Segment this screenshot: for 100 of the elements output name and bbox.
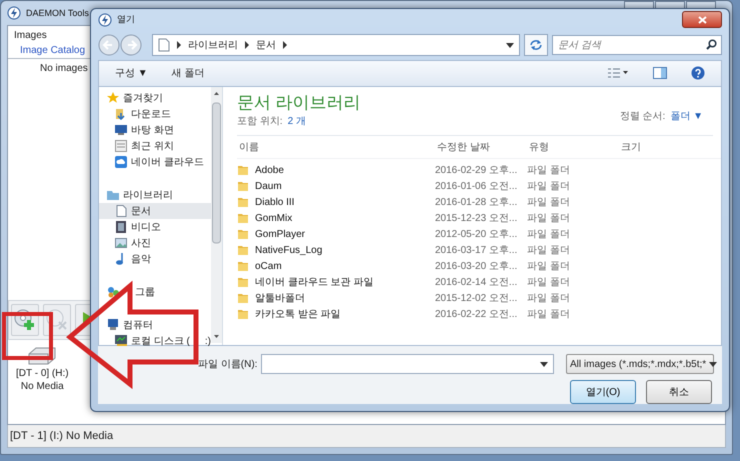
column-header[interactable]: 이름 [237,140,435,154]
file-name[interactable]: 카카오톡 받은 파일 [237,307,435,321]
folder-icon [237,180,249,192]
nav-icon [115,335,127,347]
toolbar-button[interactable]: 구성 ▼ [107,64,156,82]
disc-plus-icon [14,309,36,331]
modified-date: 2016-01-06 오전... [435,180,518,193]
column-header[interactable]: 유형 [527,140,619,154]
file-type: 파일 폴더 [527,212,571,225]
modified-date: 2016-02-14 오전... [435,276,518,289]
list-view-icon [607,67,629,80]
search-icon [706,39,717,50]
nav-icon [107,286,119,298]
filename-label: 파일 이름(N): [198,358,258,371]
file-name[interactable]: oCam [237,260,435,272]
close-icon [698,16,706,24]
file-name[interactable]: Daum [237,180,435,192]
file-type: 파일 폴더 [527,244,571,257]
folder-icon [237,212,249,224]
nav-item[interactable]: 음악 [99,251,211,267]
nav-icon [115,237,127,249]
nav-icon [107,92,119,104]
open-button[interactable]: 열기(O) [570,380,636,404]
cancel-button[interactable]: 취소 [646,380,712,404]
nav-icon [115,221,127,233]
library-title: 문서 라이브러리 [237,92,361,114]
dialog-title: 열기 [117,13,135,26]
nav-item[interactable]: 로컬 디스크 ( :) [99,333,211,349]
search-field[interactable]: 문서 검색 [552,35,722,56]
nav-item[interactable]: 비디오 [99,219,211,235]
nav-item[interactable]: 문서 [99,203,211,219]
filename-field[interactable] [261,354,554,374]
file-name[interactable]: Diablo III [237,196,435,208]
nav-group-item[interactable]: 컴퓨터 [99,317,211,333]
nav-group-item[interactable]: 즐겨찾기 [99,90,211,106]
file-type: 파일 폴더 [527,228,571,241]
drive-label: [DT - 0] (H:) [16,368,69,379]
modified-date: 2016-01-28 오후... [435,196,518,209]
pane-icon [653,67,667,80]
nav-item[interactable]: 바탕 화면 [99,122,211,138]
locations-link[interactable]: 2 개 [288,114,306,128]
disc-x-icon [46,309,68,331]
nav-icon [115,156,127,168]
nav-item[interactable]: 다운로드 [99,106,211,122]
nav-icon [115,124,127,136]
nav-icon [115,140,127,152]
file-name[interactable]: NativeFus_Log [237,244,435,256]
modified-date: 2015-12-23 오전... [435,212,518,225]
empty-message: No images [39,62,88,74]
folder-icon [237,308,249,320]
caret-icon [506,42,514,48]
refresh-icon [529,39,543,52]
sort-label: 정렬 순서: [620,110,666,123]
document-icon [158,38,170,52]
sort-dropdown[interactable]: 폴더 ▼ [670,109,703,123]
panel-header: Images [13,29,48,43]
caret-icon [709,362,718,366]
folder-icon [237,196,249,208]
column-header[interactable]: 수정한 날짜 [435,140,527,154]
file-name[interactable]: GomPlayer [237,228,435,240]
nav-item[interactable]: 사진 [99,235,211,251]
file-name[interactable]: 네이버 클라우드 보관 파일 [237,275,435,289]
includes-label: 포함 위치: [237,115,283,128]
file-name[interactable]: Adobe [237,164,435,176]
lightning-icon [98,12,112,27]
modified-date: 2016-02-29 오후... [435,164,518,177]
modified-date: 2016-03-20 오후... [435,260,518,273]
folder-icon [237,276,249,288]
file-type: 파일 폴더 [527,276,571,289]
chevron-icon [244,41,250,50]
nav-group-item[interactable]: 라이브러리 [99,187,211,203]
nav-group-item[interactable]: 그룹 [99,284,211,300]
close-button[interactable] [682,11,722,28]
file-type-dropdown[interactable]: All images (*.mds;*.mdx;*.b5t;* [566,354,714,374]
nav-item-text: :) [204,336,211,346]
highlight-frame [2,312,53,360]
modified-date: 2012-05-20 오후... [435,228,518,241]
folder-icon [237,164,249,176]
breadcrumb-item[interactable]: 문서 [256,38,276,52]
file-type: 파일 폴더 [527,164,571,177]
breadcrumb-item[interactable]: 라이브러리 [188,38,238,52]
back-icon [98,34,120,56]
nav-item[interactable]: 네이버 클라우드 [99,154,211,170]
nav-icon [115,205,127,217]
help-icon [691,66,705,80]
status-bar: [DT - 1] (I:) No Media [7,425,726,448]
modified-date: 2015-12-02 오전... [435,292,518,305]
nav-icon [115,108,127,120]
column-header[interactable]: 크기 [619,140,711,154]
folder-icon [237,244,249,256]
file-name[interactable]: GomMix [237,212,435,224]
nav-item[interactable]: 최근 위치 [99,138,211,154]
modified-date: 2016-03-17 오후... [435,244,518,257]
refresh-button[interactable] [524,34,548,56]
folder-icon [237,260,249,272]
file-name[interactable]: 알툴바폴더 [237,291,435,305]
file-type: 파일 폴더 [527,308,571,321]
toolbar-button[interactable]: 새 폴더 [164,64,212,82]
modified-date: 2016-02-22 오전... [435,308,518,321]
address-bar[interactable]: 라이브러리 문서 [152,34,520,56]
